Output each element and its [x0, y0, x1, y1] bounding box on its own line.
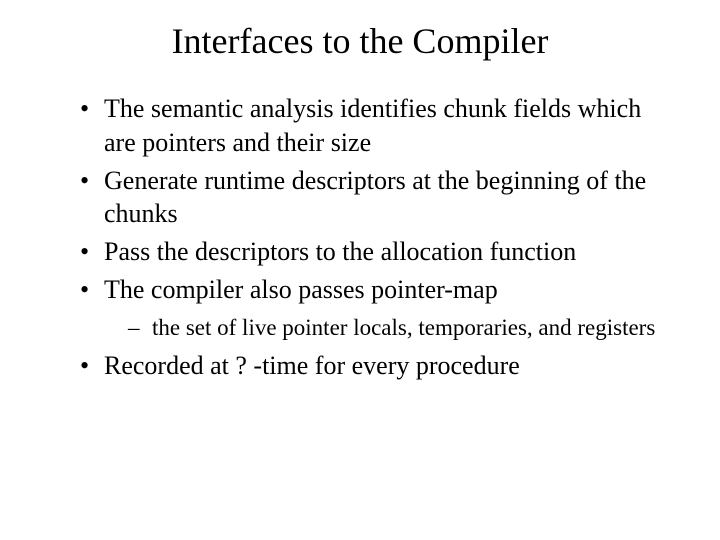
bullet-item: The compiler also passes pointer-map the… [80, 273, 670, 343]
bullet-text: The compiler also passes pointer-map [104, 275, 498, 304]
bullet-item: Pass the descriptors to the allocation f… [80, 235, 670, 269]
sub-item: the set of live pointer locals, temporar… [104, 313, 670, 343]
bullet-item: The semantic analysis identifies chunk f… [80, 92, 670, 160]
bullet-item: Recorded at ? -time for every procedure [80, 349, 670, 383]
slide-title: Interfaces to the Compiler [0, 20, 720, 62]
slide-content: The semantic analysis identifies chunk f… [0, 92, 720, 382]
sub-list: the set of live pointer locals, temporar… [104, 313, 670, 343]
bullet-item: Generate runtime descriptors at the begi… [80, 164, 670, 232]
slide: Interfaces to the Compiler The semantic … [0, 20, 720, 520]
bullet-list: The semantic analysis identifies chunk f… [80, 92, 670, 382]
